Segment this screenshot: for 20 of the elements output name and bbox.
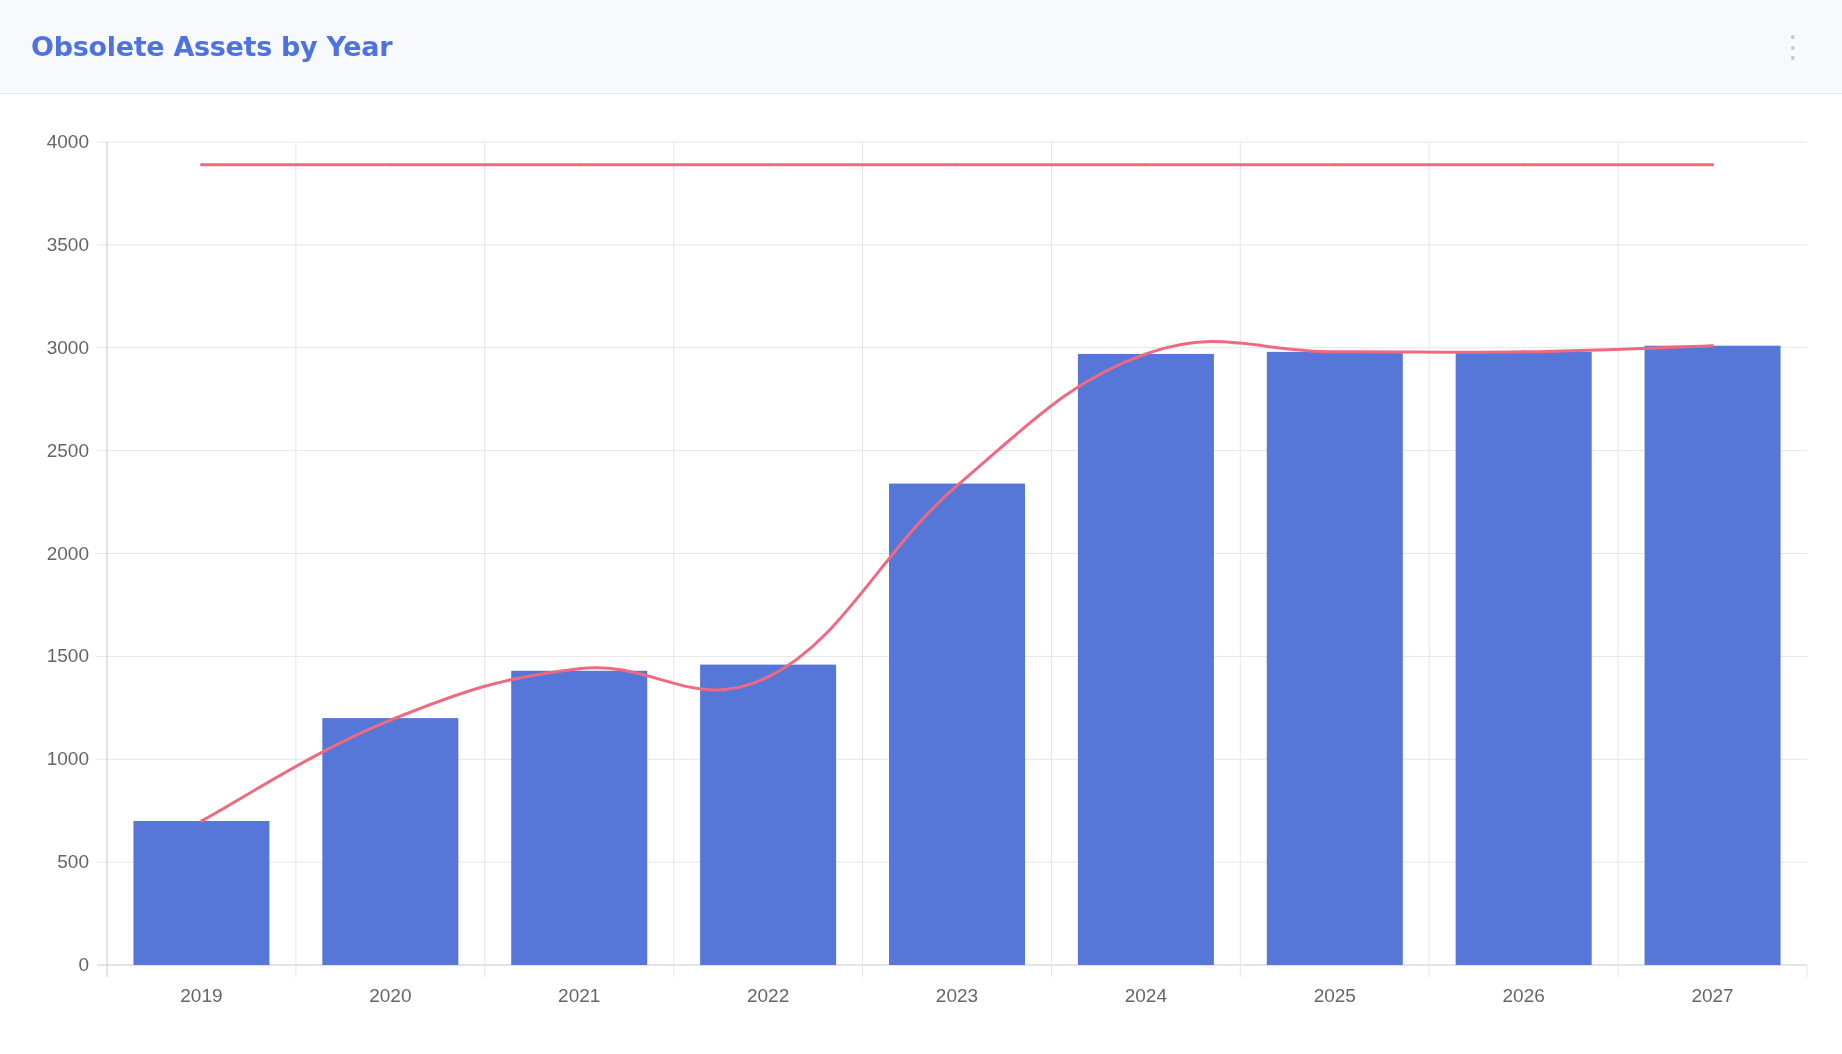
x-axis-label: 2025 [1313,985,1356,1006]
y-axis-label: 0 [78,954,89,975]
x-axis-label: 2026 [1502,985,1545,1006]
x-axis-label: 2019 [180,985,223,1006]
x-axis-label: 2020 [369,985,412,1006]
more-menu-button[interactable]: ⋮ [1774,31,1812,62]
x-axis-label: 2021 [558,985,601,1006]
y-axis-label: 500 [57,851,89,873]
y-axis-label: 2500 [46,439,89,461]
y-axis-label: 1000 [46,748,89,770]
card-title: Obsolete Assets by Year [31,31,393,62]
y-axis-label: 3000 [46,336,89,358]
x-axis-label: 2023 [935,985,979,1006]
y-axis-label: 1500 [46,645,89,667]
x-axis-label: 2027 [1691,985,1734,1006]
x-axis-label: 2024 [1124,985,1168,1006]
y-axis-label: 3500 [46,233,89,255]
x-axis-label: 2022 [746,985,790,1006]
y-axis-label: 4000 [46,131,89,152]
y-axis-label: 2000 [46,542,89,564]
